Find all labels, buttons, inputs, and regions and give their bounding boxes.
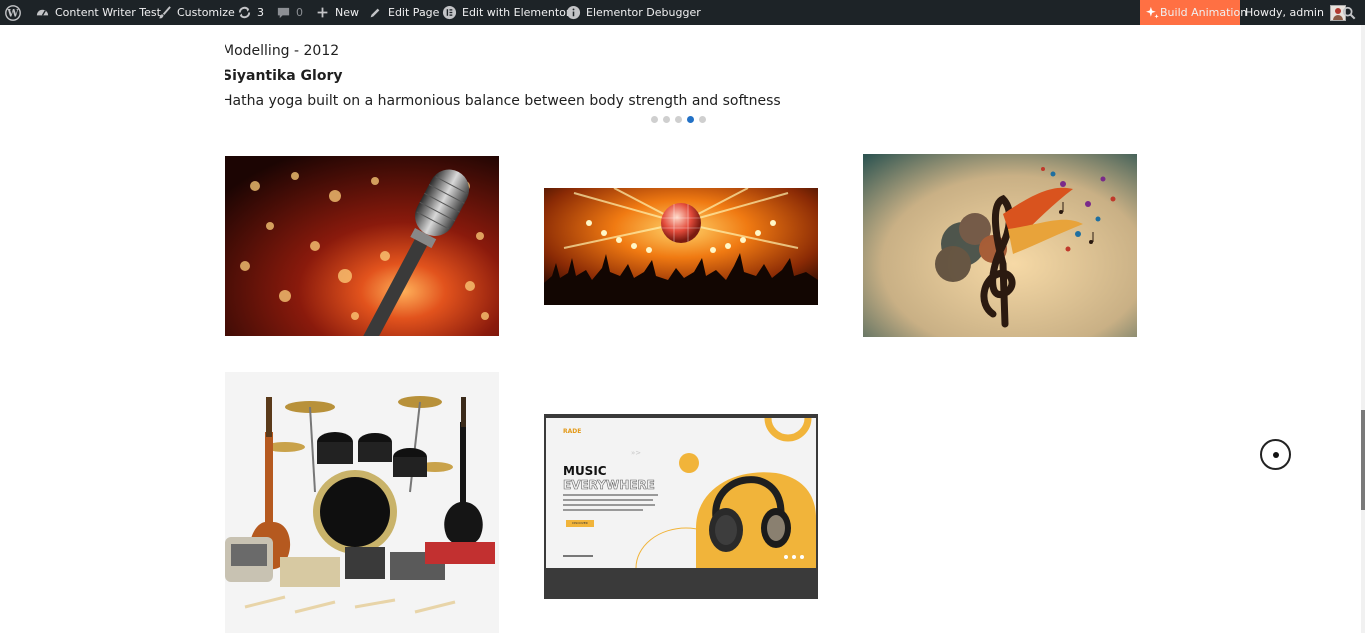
dashboard-icon: [34, 5, 50, 21]
disco-ball-crowd-image[interactable]: [544, 188, 818, 305]
testimonial-name: Siyantika Glory: [222, 68, 343, 84]
slider-dot-4[interactable]: [687, 116, 694, 123]
updates-link[interactable]: 3: [236, 0, 264, 25]
build-animation-label: Build Animation: [1160, 6, 1248, 19]
banner-heading-music: MUSIC: [563, 464, 607, 478]
slider-dot-1[interactable]: [651, 116, 658, 123]
slider-clip-mask: [0, 30, 225, 120]
slider-dot-5[interactable]: [699, 116, 706, 123]
site-name-label: Content Writer Test: [55, 6, 161, 19]
slider-pagination: [651, 116, 706, 124]
wordpress-logo-menu[interactable]: W: [5, 0, 26, 25]
new-content-menu[interactable]: New: [314, 0, 359, 25]
admin-search-button[interactable]: [1341, 0, 1362, 25]
svg-text:W: W: [6, 8, 19, 19]
updates-count: 3: [257, 6, 264, 19]
info-icon: [565, 5, 581, 21]
slider-dot-3[interactable]: [675, 116, 682, 123]
banner-card: »> RADE MUSIC EVERYWHERE DISCOVER: [546, 418, 816, 568]
banner-discover-label: DISCOVER: [572, 521, 588, 525]
banner-brand: RADE: [563, 428, 582, 435]
new-label: New: [335, 6, 359, 19]
page-scrollbar[interactable]: [1361, 25, 1365, 633]
wordpress-icon: W: [5, 4, 21, 21]
banner-discover-button: DISCOVER: [566, 520, 594, 527]
instruments-image[interactable]: [225, 372, 499, 633]
edit-page-link[interactable]: Edit Page: [367, 0, 439, 25]
comment-icon: [275, 5, 291, 21]
edit-page-label: Edit Page: [388, 6, 440, 19]
brush-icon: [156, 5, 172, 21]
my-account-menu[interactable]: Howdy, admin: [1245, 0, 1346, 25]
admin-bar: W Content Writer Test Customize 3 0 New: [0, 0, 1365, 25]
slider-dot-2[interactable]: [663, 116, 670, 123]
edit-with-elementor-label: Edit with Elementor: [462, 6, 571, 19]
testimonial-role: Modelling - 2012: [222, 43, 340, 59]
customize-label: Customize: [177, 6, 235, 19]
music-banner-image[interactable]: »> RADE MUSIC EVERYWHERE DISCOVER: [544, 414, 818, 599]
site-name-menu[interactable]: Content Writer Test: [34, 0, 161, 25]
microphone-image[interactable]: [225, 156, 499, 336]
updates-icon: [236, 5, 252, 21]
elementor-debugger-label: Elementor Debugger: [586, 6, 701, 19]
plus-icon: [314, 5, 330, 21]
comments-link[interactable]: 0: [275, 0, 303, 25]
build-animation-button[interactable]: Build Animation: [1140, 0, 1247, 25]
page-scrollbar-thumb[interactable]: [1361, 410, 1365, 510]
svg-text:»>: »>: [631, 449, 641, 457]
banner-heading-everywhere: EVERYWHERE: [563, 478, 655, 493]
customize-link[interactable]: Customize: [156, 0, 235, 25]
search-icon: [1341, 5, 1357, 21]
edit-with-elementor-link[interactable]: Edit with Elementor: [441, 0, 570, 25]
howdy-label: Howdy, admin: [1245, 6, 1324, 19]
sparkle-icon: [1146, 6, 1159, 19]
elementor-icon: [441, 5, 457, 21]
comments-count: 0: [296, 6, 303, 19]
testimonial-quote: Hatha yoga built on a harmonious balance…: [222, 93, 781, 109]
elementor-debugger-menu[interactable]: Elementor Debugger: [565, 0, 701, 25]
cursor-follower-icon: [1260, 439, 1291, 470]
pencil-icon: [367, 5, 383, 21]
music-tree-image[interactable]: [863, 154, 1137, 337]
